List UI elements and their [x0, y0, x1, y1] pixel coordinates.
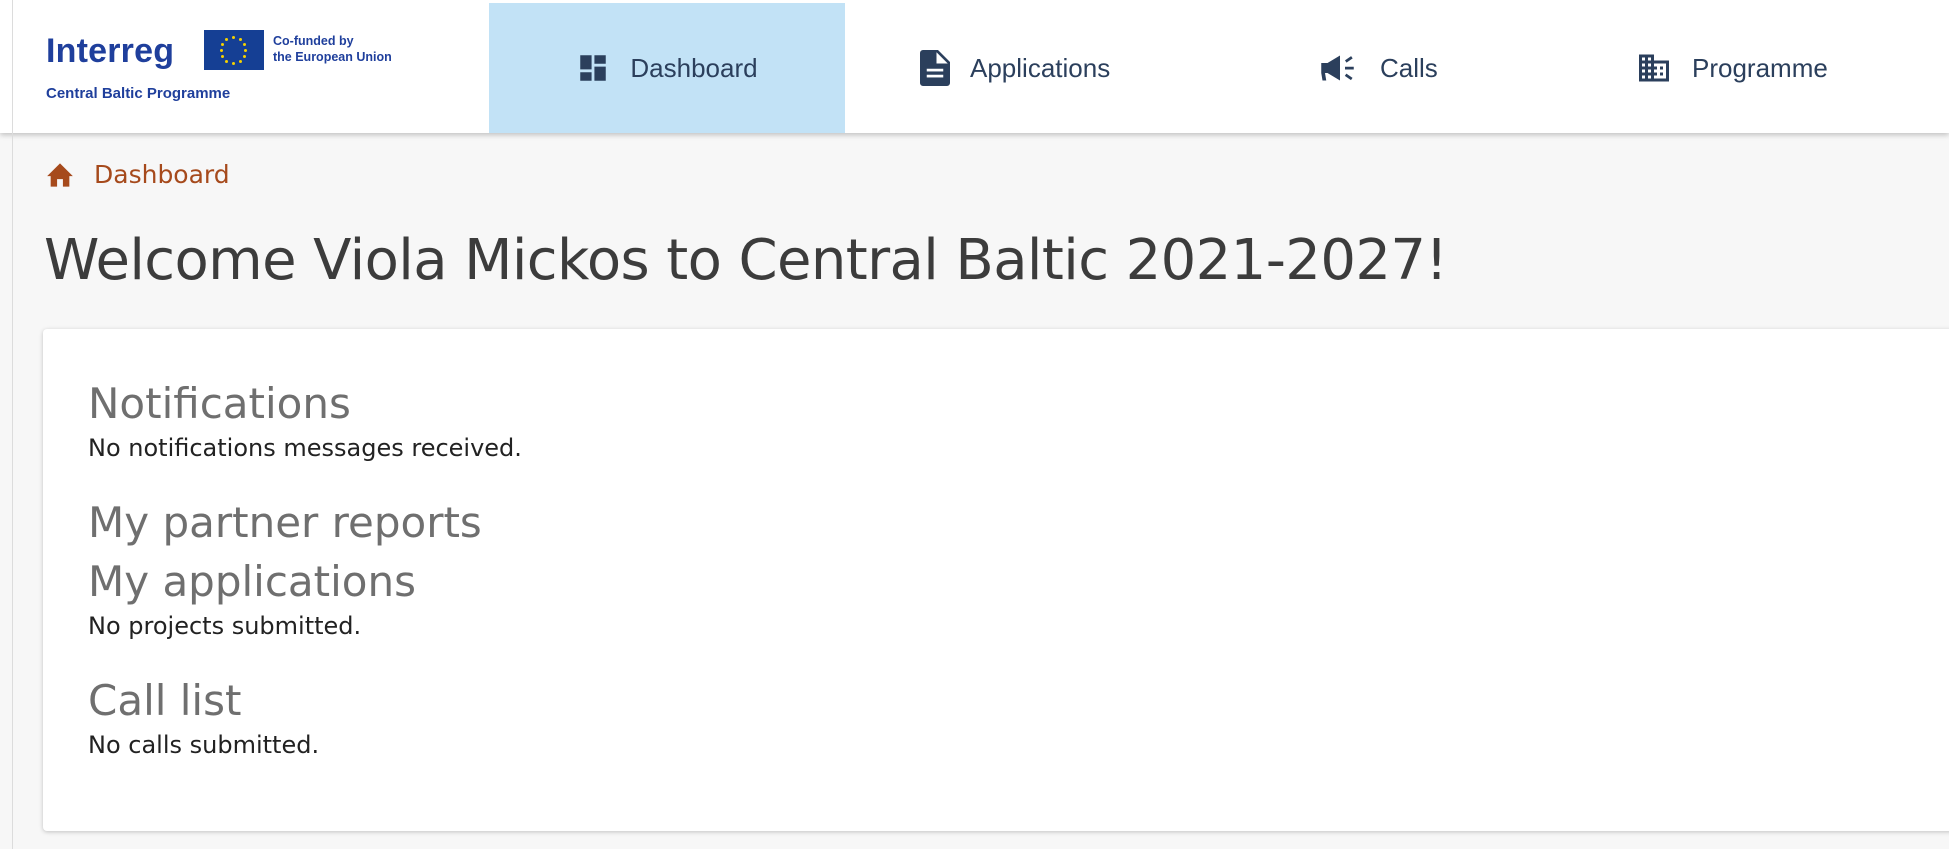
- nav-applications[interactable]: Applications: [920, 3, 1210, 133]
- nav-dashboard[interactable]: Dashboard: [489, 3, 845, 133]
- applications-empty-text: No projects submitted.: [88, 612, 362, 640]
- cofunded-by-eu-label: Co-funded by the European Union: [273, 33, 392, 65]
- home-icon[interactable]: [46, 162, 74, 188]
- nav-programme-label: Programme: [1692, 52, 1828, 83]
- breadcrumb-dashboard-link[interactable]: Dashboard: [94, 160, 230, 189]
- programme-name: Central Baltic Programme: [46, 85, 231, 102]
- building-icon: [1639, 54, 1669, 82]
- nav-calls[interactable]: Calls: [1320, 3, 1480, 133]
- nav-dashboard-label: Dashboard: [630, 52, 758, 83]
- applications-heading: My applications: [88, 557, 417, 606]
- interreg-logo[interactable]: Interreg Co-funded by the European Union…: [46, 30, 446, 110]
- page-left-border: [12, 0, 13, 849]
- megaphone-icon: [1321, 55, 1354, 81]
- call-list-empty-text: No calls submitted.: [88, 731, 320, 759]
- eu-flag-icon: [204, 30, 264, 70]
- notifications-empty-text: No notifications messages received.: [88, 434, 522, 462]
- call-list-heading: Call list: [88, 676, 242, 725]
- nav-calls-label: Calls: [1380, 52, 1438, 83]
- partner-reports-heading: My partner reports: [88, 498, 482, 547]
- dashboard-icon: [580, 55, 607, 81]
- nav-programme[interactable]: Programme: [1636, 3, 1876, 133]
- breadcrumb: Dashboard: [46, 160, 230, 189]
- document-icon: [920, 50, 950, 86]
- page-title: Welcome Viola Mickos to Central Baltic 2…: [44, 228, 1448, 293]
- cofunded-line-1: Co-funded by: [273, 34, 354, 48]
- top-navigation-bar: Interreg Co-funded by the European Union…: [0, 0, 1949, 133]
- logo-wordmark: Interreg: [46, 32, 175, 70]
- notifications-heading: Notifications: [88, 379, 351, 428]
- nav-applications-label: Applications: [970, 52, 1111, 83]
- dashboard-card: Notifications No notifications messages …: [43, 329, 1949, 831]
- cofunded-line-2: the European Union: [273, 50, 392, 64]
